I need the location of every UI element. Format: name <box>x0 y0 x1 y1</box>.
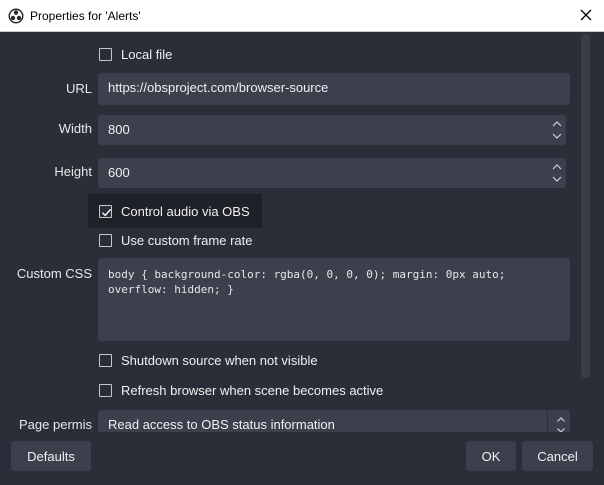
url-value: https://obsproject.com/browser-source <box>108 80 329 95</box>
local-file-checkbox[interactable] <box>99 47 112 61</box>
refresh-checkbox-row[interactable]: Refresh browser when scene becomes activ… <box>99 381 383 399</box>
control-audio-label: Control audio via OBS <box>121 203 250 219</box>
shutdown-checkbox[interactable] <box>99 353 112 367</box>
refresh-checkbox[interactable] <box>99 383 112 397</box>
height-label: Height <box>54 164 92 179</box>
properties-content: Local file URL https://obsproject.com/br… <box>0 32 604 432</box>
select-divider <box>547 410 548 432</box>
page-permissions-select[interactable]: Read access to OBS status information <box>98 410 570 432</box>
cancel-button[interactable]: Cancel <box>522 441 593 471</box>
ok-button[interactable]: OK <box>466 441 516 471</box>
obs-logo-icon <box>8 8 24 24</box>
custom-frame-rate-label: Use custom frame rate <box>121 232 253 248</box>
url-label: URL <box>65 81 92 96</box>
refresh-label: Refresh browser when scene becomes activ… <box>121 382 384 398</box>
custom-frame-rate-checkbox[interactable] <box>99 233 112 247</box>
shutdown-label: Shutdown source when not visible <box>121 352 318 368</box>
height-spinbox[interactable]: 600 <box>98 158 566 188</box>
custom-frame-rate-checkbox-row[interactable]: Use custom frame rate <box>99 231 253 249</box>
height-value: 600 <box>108 165 130 180</box>
width-value: 800 <box>108 122 130 137</box>
url-input[interactable]: https://obsproject.com/browser-source <box>98 73 570 105</box>
window-title: Properties for 'Alerts' <box>30 9 141 23</box>
page-permissions-chevron-icon[interactable] <box>554 412 568 432</box>
title-bar: Properties for 'Alerts' <box>0 0 604 32</box>
width-label: Width <box>58 121 92 136</box>
checkmark-icon <box>102 208 112 216</box>
page-permissions-label: Page permis <box>19 417 92 432</box>
control-audio-checkbox[interactable] <box>99 204 112 218</box>
height-spin-arrows-icon[interactable] <box>550 160 564 186</box>
width-spin-arrows-icon[interactable] <box>550 117 564 143</box>
shutdown-checkbox-row[interactable]: Shutdown source when not visible <box>99 351 318 369</box>
width-spinbox[interactable]: 800 <box>98 115 566 145</box>
vertical-scrollbar[interactable] <box>581 34 590 378</box>
control-audio-checkbox-row[interactable]: Control audio via OBS <box>99 202 250 220</box>
defaults-button[interactable]: Defaults <box>11 441 91 471</box>
custom-css-label: Custom CSS <box>16 266 92 281</box>
custom-css-textarea[interactable]: body { background-color: rgba(0, 0, 0, 0… <box>98 258 570 341</box>
page-permissions-value: Read access to OBS status information <box>108 417 335 432</box>
close-icon[interactable] <box>578 7 594 23</box>
local-file-checkbox-row[interactable]: Local file <box>99 45 172 63</box>
local-file-label: Local file <box>121 46 173 62</box>
